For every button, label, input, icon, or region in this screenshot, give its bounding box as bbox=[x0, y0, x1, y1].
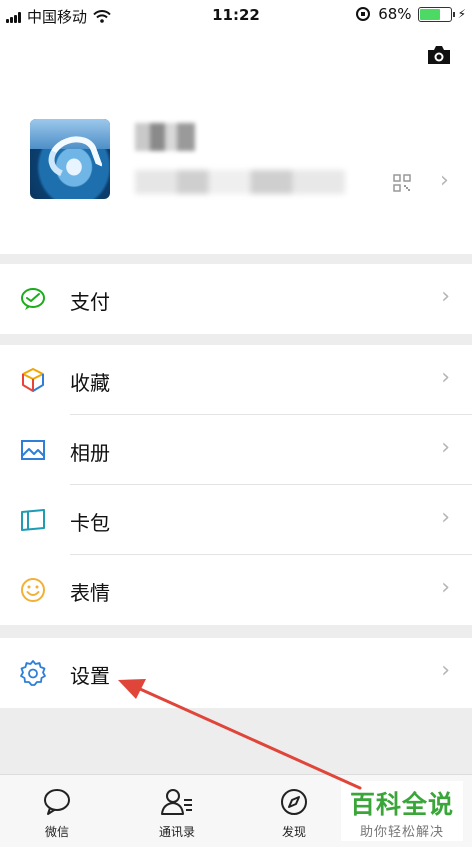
chevron-right-icon: › bbox=[441, 365, 450, 390]
menu-item-cards[interactable]: 卡包 › bbox=[0, 485, 472, 555]
watermark-logo: 百科全说 助你轻松解决 bbox=[341, 781, 463, 841]
menu-item-favorites[interactable]: 收藏 › bbox=[0, 345, 472, 415]
menu-group-pay: 支付 › bbox=[0, 264, 472, 334]
chevron-right-icon: › bbox=[441, 575, 450, 600]
cube-icon bbox=[22, 368, 44, 392]
chevron-right-icon: › bbox=[441, 505, 450, 530]
compass-icon bbox=[281, 789, 307, 815]
gear-icon bbox=[20, 660, 46, 686]
menu-item-label: 相册 bbox=[70, 441, 110, 465]
contacts-icon bbox=[161, 789, 192, 815]
tab-label: 发现 bbox=[281, 825, 306, 839]
card-icon bbox=[21, 509, 45, 531]
tab-contacts[interactable]: 通讯录 bbox=[137, 787, 217, 840]
menu-group-settings: 设置 › bbox=[0, 638, 472, 708]
battery-icon bbox=[417, 6, 455, 22]
menu-item-label: 收藏 bbox=[70, 371, 110, 395]
charging-icon: ⚡ bbox=[457, 7, 466, 21]
camera-icon[interactable] bbox=[426, 44, 452, 66]
profile-header[interactable]: › bbox=[0, 30, 472, 254]
image-icon bbox=[21, 440, 45, 460]
tab-label: 微信 bbox=[44, 825, 69, 839]
chevron-right-icon: › bbox=[440, 168, 449, 193]
tab-discover[interactable]: 发现 bbox=[254, 787, 334, 840]
menu-item-album[interactable]: 相册 › bbox=[0, 415, 472, 485]
avatar[interactable] bbox=[30, 119, 110, 199]
qr-code-icon[interactable] bbox=[393, 174, 411, 192]
rotation-lock-icon bbox=[356, 7, 371, 21]
menu-item-label: 设置 bbox=[70, 664, 110, 688]
chevron-right-icon: › bbox=[441, 284, 450, 309]
wallet-icon bbox=[21, 288, 45, 310]
watermark-subtitle: 助你轻松解决 bbox=[359, 825, 444, 840]
menu-item-label: 表情 bbox=[70, 581, 110, 605]
menu-item-label: 支付 bbox=[70, 290, 110, 314]
watermark-title: 百科全说 bbox=[349, 790, 454, 819]
status-bar: 中国移动 11:22 68% ⚡ bbox=[0, 0, 472, 30]
tab-chats[interactable]: 微信 bbox=[17, 787, 97, 840]
menu-item-settings[interactable]: 设置 › bbox=[0, 638, 472, 708]
battery-percent: 68% bbox=[378, 5, 412, 23]
chevron-right-icon: › bbox=[441, 658, 450, 683]
nickname-blurred bbox=[135, 123, 195, 151]
chevron-right-icon: › bbox=[441, 435, 450, 460]
tab-label: 通讯录 bbox=[158, 825, 195, 839]
smiley-icon bbox=[21, 578, 45, 602]
menu-item-pay[interactable]: 支付 › bbox=[0, 264, 472, 334]
menu-item-label: 卡包 bbox=[70, 511, 110, 535]
wechat-id-blurred bbox=[135, 170, 345, 194]
menu-group-main: 收藏 › 相册 › 卡包 › 表情 › bbox=[0, 345, 472, 625]
menu-item-stickers[interactable]: 表情 › bbox=[0, 555, 472, 625]
chat-bubble-icon bbox=[44, 789, 70, 815]
